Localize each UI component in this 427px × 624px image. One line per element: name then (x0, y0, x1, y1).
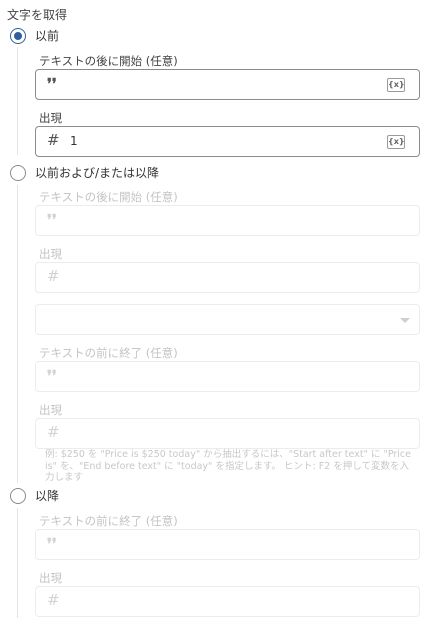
section-divider-after (17, 508, 18, 618)
hash-icon: # (47, 267, 60, 285)
hash-icon: # (47, 423, 60, 441)
occurrence-label-disabled: 出現 (39, 247, 62, 261)
quote-icon: ❜❜ (47, 75, 57, 93)
chevron-down-icon (400, 318, 410, 323)
occurrence-input-after-disabled: # (35, 586, 420, 617)
radio-option-before[interactable]: 以前 (10, 27, 59, 44)
start-after-input[interactable]: ❜❜ {x} (35, 69, 420, 100)
radio-option-after[interactable]: 以降 (10, 487, 59, 504)
end-before-label-after-disabled: テキストの前に終了 (任意) (39, 514, 178, 528)
quote-icon: ❜❜ (47, 211, 57, 229)
occurrence-label-after-disabled: 出現 (39, 571, 62, 585)
section-divider-before (17, 47, 18, 155)
radio-label-before-and-after: 以前および/または以降 (35, 166, 160, 180)
hash-icon: # (47, 131, 60, 149)
end-before-input-after-disabled: ❜❜ (35, 529, 420, 560)
start-after-label-disabled: テキストの後に開始 (任意) (39, 190, 178, 204)
radio-button-before[interactable] (10, 27, 26, 44)
quote-icon: ❜❜ (47, 367, 57, 385)
occurrence-input[interactable]: # 1 {x} (35, 126, 420, 157)
variable-icon[interactable]: {x} (387, 135, 405, 149)
variable-icon[interactable]: {x} (387, 78, 405, 92)
radio-button-after[interactable] (10, 487, 26, 504)
section-title: 文字を取得 (7, 8, 68, 22)
occurrence-label-2-disabled: 出現 (39, 403, 62, 417)
occurrence-value: 1 (70, 134, 78, 148)
radio-button-before-and-after[interactable] (10, 164, 26, 181)
end-before-input-disabled: ❜❜ (35, 361, 420, 392)
quote-icon: ❜❜ (47, 535, 57, 553)
section-divider-both (17, 185, 18, 483)
start-after-input-disabled: ❜❜ (35, 205, 420, 236)
hash-icon: # (47, 591, 60, 609)
occurrence-input-2-disabled: # (35, 418, 420, 449)
start-after-label: テキストの後に開始 (任意) (39, 54, 178, 68)
end-before-label-disabled: テキストの前に終了 (任意) (39, 346, 178, 360)
occurrence-input-disabled: # (35, 262, 420, 293)
radio-option-before-and-after[interactable]: 以前および/または以降 (10, 164, 159, 181)
radio-label-before: 以前 (35, 29, 60, 43)
radio-label-after: 以降 (35, 489, 60, 503)
help-text: 例: $250 を "Price is $250 today" から抽出するには… (45, 449, 412, 483)
mode-dropdown-disabled (35, 304, 420, 335)
occurrence-label: 出現 (39, 111, 62, 125)
